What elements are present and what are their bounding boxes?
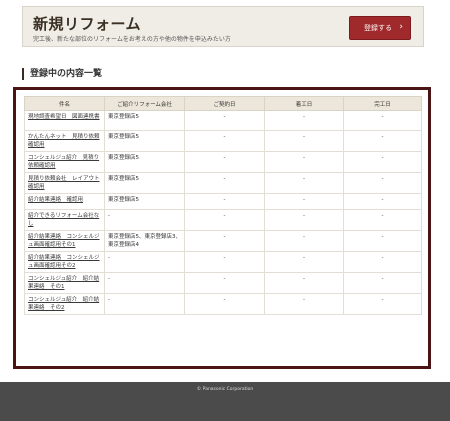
- start-date-cell: -: [264, 209, 344, 231]
- row-title-cell: 紹介できるリフォーム会社なし: [24, 209, 105, 231]
- footer: © Panasonic Corporation: [0, 382, 450, 421]
- start-date-cell: -: [264, 193, 344, 210]
- finish-date-cell: -: [343, 151, 422, 173]
- row-title-cell: 見積り依頼会社 レイアウト確認用: [24, 172, 105, 194]
- section-title: 登録中の内容一覧: [22, 68, 102, 80]
- contract-date-cell: -: [184, 209, 265, 231]
- row-title-cell: 紹介結果連絡 コンシェルジュ画面確認用その1: [24, 230, 105, 252]
- table-row: コンシェルジュ紹介 紹介結果連絡 その2- - - -: [24, 293, 422, 315]
- company-cell: 東京登録店5: [104, 193, 185, 210]
- row-title-cell: 紹介結果連絡 確認用: [24, 193, 105, 210]
- company-cell: -: [104, 272, 185, 294]
- banner-description: 完工後、新たな部位のリフォームをお考えの方や他の物件を申込みたい方: [33, 36, 231, 43]
- row-title-cell: コンシェルジュ紹介 紹介結果連絡 その1: [24, 272, 105, 294]
- row-title-link[interactable]: 紹介できるリフォーム会社なし: [28, 213, 99, 227]
- contract-date-cell: -: [184, 151, 265, 173]
- row-title-link[interactable]: コンシェルジュ紹介 紹介結果連絡 その2: [28, 297, 99, 311]
- row-title-link[interactable]: 現地調査希望日 図面連携書: [28, 114, 100, 120]
- row-title-link[interactable]: かんたんネット 見積り依頼確認用: [28, 134, 100, 148]
- company-cell: -: [104, 293, 185, 315]
- contract-date-cell: -: [184, 251, 265, 273]
- finish-date-cell: -: [343, 293, 422, 315]
- row-title-cell: 紹介結果連絡 コンシェルジュ画面確認用その2: [24, 251, 105, 273]
- start-date-cell: -: [264, 110, 344, 131]
- row-title-cell: コンシェルジュ紹介 紹介結果連絡 その2: [24, 293, 105, 315]
- row-title-link[interactable]: 見積り依頼会社 レイアウト確認用: [28, 176, 100, 190]
- start-date-cell: -: [264, 130, 344, 152]
- table-header-row: 件名 ご紹介リフォーム会社 ご契約日 着工日 完工日: [24, 96, 422, 111]
- company-cell: 東京登録店5: [104, 110, 185, 131]
- company-cell: 東京登録店5: [104, 151, 185, 173]
- table-row: 現地調査希望日 図面連携書 東京登録店5- - -: [24, 110, 422, 131]
- start-date-cell: -: [264, 251, 344, 273]
- contract-date-cell: -: [184, 272, 265, 294]
- contract-date-cell: -: [184, 130, 265, 152]
- company-cell: 東京登録店5、東京登録店3、東京登録店4: [104, 230, 185, 252]
- finish-date-cell: -: [343, 251, 422, 273]
- start-date-cell: -: [264, 151, 344, 173]
- row-title-cell: かんたんネット 見積り依頼確認用: [24, 130, 105, 152]
- row-title-link[interactable]: コンシェルジュ紹介 見積り依頼確認用: [28, 155, 99, 169]
- header-finish-date: 完工日: [343, 96, 422, 111]
- new-reform-banner: 新規リフォーム 完工後、新たな部位のリフォームをお考えの方や他の物件を申込みたい…: [22, 6, 424, 47]
- finish-date-cell: -: [343, 110, 422, 131]
- table-row: 紹介できるリフォーム会社なし - - - -: [24, 209, 422, 231]
- finish-date-cell: -: [343, 230, 422, 252]
- table-row: コンシェルジュ紹介 紹介結果連絡 その1- - - -: [24, 272, 422, 294]
- header-company: ご紹介リフォーム会社: [104, 96, 185, 111]
- finish-date-cell: -: [343, 172, 422, 194]
- finish-date-cell: -: [343, 209, 422, 231]
- row-title-link[interactable]: 紹介結果連絡 コンシェルジュ画面確認用その2: [28, 255, 100, 269]
- row-title-link[interactable]: コンシェルジュ紹介 紹介結果連絡 その1: [28, 276, 99, 290]
- company-cell: 東京登録店5: [104, 172, 185, 194]
- header-name: 件名: [24, 96, 105, 111]
- start-date-cell: -: [264, 293, 344, 315]
- start-date-cell: -: [264, 172, 344, 194]
- finish-date-cell: -: [343, 130, 422, 152]
- copyright: © Panasonic Corporation: [196, 387, 254, 392]
- chevron-right-icon: ›: [399, 22, 403, 32]
- registered-table: 件名 ご紹介リフォーム会社 ご契約日 着工日 完工日 現地調査希望日 図面連携書…: [24, 96, 422, 315]
- table-row: 紹介結果連絡 コンシェルジュ画面確認用その2- - - -: [24, 251, 422, 273]
- company-cell: -: [104, 251, 185, 273]
- finish-date-cell: -: [343, 193, 422, 210]
- registered-list-panel: 件名 ご紹介リフォーム会社 ご契約日 着工日 完工日 現地調査希望日 図面連携書…: [13, 87, 431, 369]
- table-row: 見積り依頼会社 レイアウト確認用 東京登録店5- - -: [24, 172, 422, 194]
- contract-date-cell: -: [184, 293, 265, 315]
- header-start-date: 着工日: [264, 96, 344, 111]
- company-cell: -: [104, 209, 185, 231]
- table-row: かんたんネット 見積り依頼確認用 東京登録店5- - -: [24, 130, 422, 152]
- company-cell: 東京登録店5: [104, 130, 185, 152]
- row-title-cell: 現地調査希望日 図面連携書: [24, 110, 105, 131]
- table-row: 紹介結果連絡 確認用 東京登録店5- - -: [24, 193, 422, 210]
- finish-date-cell: -: [343, 272, 422, 294]
- contract-date-cell: -: [184, 172, 265, 194]
- row-title-link[interactable]: 紹介結果連絡 確認用: [28, 197, 83, 203]
- table-row: コンシェルジュ紹介 見積り依頼確認用 東京登録店5- - -: [24, 151, 422, 173]
- header-contract-date: ご契約日: [184, 96, 265, 111]
- contract-date-cell: -: [184, 230, 265, 252]
- register-button[interactable]: 登録する ›: [349, 16, 411, 40]
- start-date-cell: -: [264, 230, 344, 252]
- register-button-label: 登録する: [364, 24, 392, 32]
- contract-date-cell: -: [184, 193, 265, 210]
- row-title-cell: コンシェルジュ紹介 見積り依頼確認用: [24, 151, 105, 173]
- start-date-cell: -: [264, 272, 344, 294]
- banner-title: 新規リフォーム: [33, 15, 142, 33]
- contract-date-cell: -: [184, 110, 265, 131]
- row-title-link[interactable]: 紹介結果連絡 コンシェルジュ画面確認用その1: [28, 234, 100, 248]
- table-row: 紹介結果連絡 コンシェルジュ画面確認用その1 東京登録店5、東京登録店3、東京登録…: [24, 230, 422, 252]
